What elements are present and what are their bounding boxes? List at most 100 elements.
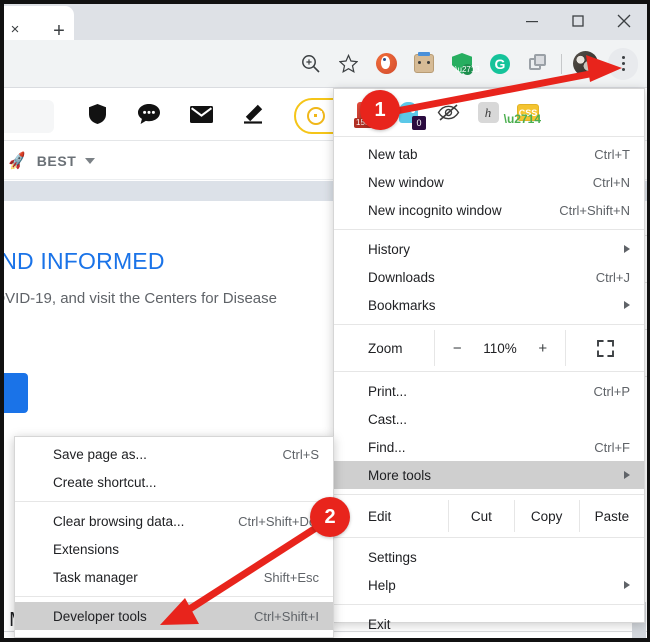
menu-item-print[interactable]: Print... Ctrl+P	[334, 377, 644, 405]
nav-item-best[interactable]: BEST	[37, 153, 77, 169]
submenu-item-clear-browsing-data[interactable]: Clear browsing data... Ctrl+Shift+Del	[15, 507, 333, 535]
duckduckgo-extension-icon[interactable]	[367, 45, 405, 83]
menu-item-shortcut: Ctrl+T	[594, 146, 630, 162]
submenu-item-label: Task manager	[53, 569, 138, 585]
submenu-item-label: Clear browsing data...	[53, 513, 185, 529]
zoom-level-value: 110%	[483, 340, 517, 356]
copy-button[interactable]: Copy	[515, 509, 579, 524]
tab-strip: × +	[0, 0, 650, 42]
maximize-icon[interactable]	[555, 4, 601, 38]
menu-item-shortcut: Ctrl+P	[593, 383, 630, 399]
mail-envelope-icon[interactable]	[188, 100, 214, 128]
callout-step-1: 1	[360, 90, 400, 130]
menu-item-exit[interactable]: Exit	[334, 610, 644, 638]
menu-separator	[334, 537, 644, 538]
submenu-separator	[15, 596, 333, 597]
g-circle-icon	[307, 107, 325, 125]
grammarly-extension-icon[interactable]: G	[481, 45, 519, 83]
eye-off-extension-icon[interactable]	[436, 101, 460, 125]
site-search-box[interactable]	[4, 100, 54, 133]
submenu-item-save-page-as[interactable]: Save page as... Ctrl+S	[15, 440, 333, 468]
menu-item-label: Print...	[368, 383, 408, 399]
duplicate-tabs-extension-icon[interactable]	[519, 45, 557, 83]
submenu-item-create-shortcut[interactable]: Create shortcut...	[15, 468, 333, 496]
menu-item-settings[interactable]: Settings	[334, 543, 644, 571]
submenu-item-label: Create shortcut...	[53, 474, 157, 490]
submenu-item-label: Developer tools	[53, 608, 147, 624]
menu-item-new-window[interactable]: New window Ctrl+N	[334, 168, 644, 196]
submenu-item-extensions[interactable]: Extensions	[15, 535, 333, 563]
menu-item-label: Help	[368, 577, 396, 593]
menu-item-shortcut: Ctrl+J	[595, 269, 630, 285]
zoom-magnifier-icon[interactable]	[291, 45, 329, 83]
shield-icon[interactable]	[84, 100, 110, 128]
edit-label: Edit	[368, 508, 392, 524]
menu-item-downloads[interactable]: Downloads Ctrl+J	[334, 263, 644, 291]
menu-item-label: New incognito window	[368, 202, 502, 218]
css-extension-icon[interactable]: CSS \u2714	[504, 101, 541, 125]
page-cta-button[interactable]	[4, 373, 28, 413]
browser-window: 🚀 BEST AFE AND INFORMED ut COVID-19, and…	[0, 0, 650, 642]
menu-separator	[334, 604, 644, 605]
submenu-item-label: Save page as...	[53, 446, 147, 462]
new-tab-button[interactable]: +	[48, 20, 70, 42]
menu-separator	[334, 324, 644, 325]
zoom-in-button[interactable]: +	[537, 340, 549, 357]
bookmark-star-icon[interactable]	[329, 45, 367, 83]
rocket-icon: 🚀	[6, 150, 29, 171]
cut-button[interactable]: Cut	[449, 509, 513, 524]
menu-item-history[interactable]: History	[334, 235, 644, 263]
submenu-separator	[15, 501, 333, 502]
chevron-down-icon[interactable]	[85, 157, 96, 164]
menu-zoom-row: Zoom − 110% +	[334, 330, 644, 366]
callout-step-2: 2	[310, 497, 350, 537]
zoom-out-button[interactable]: −	[451, 340, 463, 357]
profile-avatar[interactable]	[566, 45, 604, 83]
browser-toolbar: \u2713 G	[0, 40, 650, 88]
menu-item-label: New window	[368, 174, 444, 190]
menu-item-label: Bookmarks	[368, 297, 436, 313]
tab-close-icon[interactable]: ×	[6, 20, 24, 38]
chevron-right-icon	[624, 581, 630, 589]
menu-item-more-tools[interactable]: More tools	[334, 461, 644, 489]
menu-item-find[interactable]: Find... Ctrl+F	[334, 433, 644, 461]
menu-item-new-tab[interactable]: New tab Ctrl+T	[334, 140, 644, 168]
chrome-menu-kebab-button[interactable]	[604, 45, 642, 83]
chat-bubble-icon[interactable]	[136, 100, 162, 128]
submenu-item-developer-tools[interactable]: Developer tools Ctrl+Shift+I	[15, 602, 333, 630]
menu-item-label: Settings	[368, 549, 417, 565]
chevron-right-icon	[624, 471, 630, 479]
h-extension-icon[interactable]: h	[476, 101, 500, 125]
menu-item-bookmarks[interactable]: Bookmarks	[334, 291, 644, 319]
window-frame-left	[0, 0, 4, 642]
menu-item-cast[interactable]: Cast...	[334, 405, 644, 433]
chevron-right-icon	[624, 301, 630, 309]
window-frame-bottom	[0, 638, 650, 642]
minimize-icon[interactable]	[509, 4, 555, 38]
shield-check-extension-icon[interactable]: \u2713	[443, 45, 481, 83]
site-header-icons	[84, 100, 266, 128]
menu-separator	[334, 494, 644, 495]
menu-item-shortcut: Ctrl+N	[592, 174, 630, 190]
window-frame-top	[0, 0, 650, 4]
page-subtext: ut COVID-19, and visit the Centers for D…	[4, 290, 277, 307]
close-icon[interactable]	[601, 4, 647, 38]
menu-item-help[interactable]: Help	[334, 571, 644, 599]
menu-item-label: More tools	[368, 467, 432, 483]
menu-item-label: History	[368, 241, 411, 257]
zoom-label: Zoom	[368, 340, 403, 356]
submenu-item-task-manager[interactable]: Task manager Shift+Esc	[15, 563, 333, 591]
menu-item-label: New tab	[368, 146, 418, 162]
submenu-item-shortcut: Shift+Esc	[263, 569, 319, 585]
menu-separator	[334, 229, 644, 230]
robot-extension-icon[interactable]	[405, 45, 443, 83]
window-controls	[509, 4, 647, 38]
menu-item-shortcut: Ctrl+F	[594, 439, 630, 455]
pen-edit-icon[interactable]	[240, 100, 266, 128]
menu-item-new-incognito-window[interactable]: New incognito window Ctrl+Shift+N	[334, 196, 644, 224]
menu-item-shortcut: Ctrl+Shift+N	[559, 202, 630, 218]
paste-button[interactable]: Paste	[580, 509, 644, 524]
more-tools-submenu: Save page as... Ctrl+S Create shortcut..…	[14, 436, 334, 638]
menu-item-label: Exit	[368, 616, 391, 632]
fullscreen-icon[interactable]	[566, 339, 644, 357]
